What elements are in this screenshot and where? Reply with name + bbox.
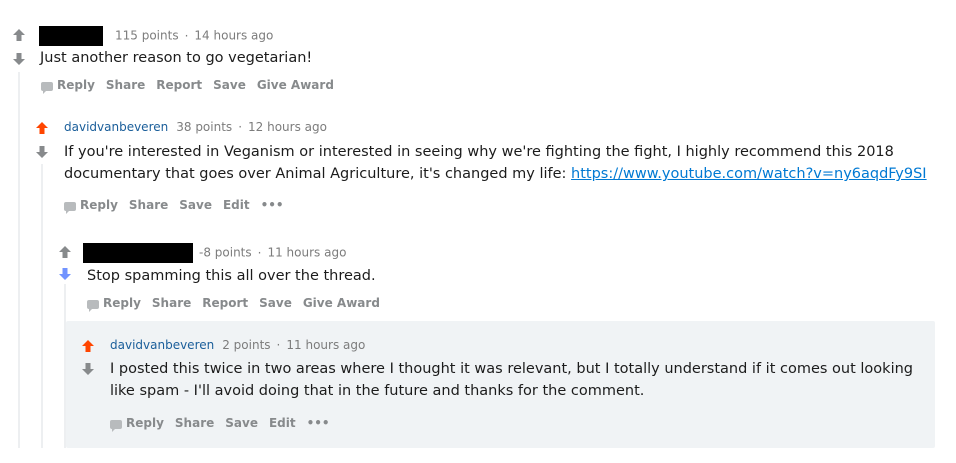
comment-author[interactable]: davidvanbeveren xyxy=(64,120,168,134)
save-button[interactable]: Save xyxy=(213,78,246,92)
separator-dot: · xyxy=(184,28,189,43)
redacted-username xyxy=(39,26,103,46)
thread-line[interactable] xyxy=(41,164,43,448)
chat-bubble-icon xyxy=(110,420,122,432)
upvote-arrow-icon[interactable] xyxy=(35,121,49,135)
comment-points: 115 points xyxy=(115,28,179,43)
reply-button[interactable]: Reply xyxy=(87,296,141,312)
chat-bubble-icon xyxy=(87,300,99,312)
comment-body-line: I posted this twice in two areas where I… xyxy=(110,361,913,377)
comment-time[interactable]: 11 hours ago xyxy=(286,338,365,352)
comment-body-line: like spam - I'll avoid doing that in the… xyxy=(110,383,645,399)
chat-bubble-icon xyxy=(41,82,53,94)
separator-dot: · xyxy=(276,338,281,352)
downvote-arrow-icon[interactable] xyxy=(35,145,49,159)
comment-body: Just another reason to go vegetarian! xyxy=(40,50,313,66)
comment-author[interactable]: davidvanbeveren xyxy=(110,338,214,352)
give-award-button[interactable]: Give Award xyxy=(303,296,380,310)
upvote-arrow-icon[interactable] xyxy=(81,339,95,353)
upvote-arrow-icon[interactable] xyxy=(12,28,26,42)
comment-time[interactable]: 12 hours ago xyxy=(248,120,327,134)
comment-points: 38 points xyxy=(176,120,233,134)
chat-bubble-icon xyxy=(64,202,76,214)
separator-dot: · xyxy=(238,120,243,134)
save-button[interactable]: Save xyxy=(259,296,292,310)
comment-body: If you're interested in Veganism or inte… xyxy=(64,141,927,185)
reply-button[interactable]: Reply xyxy=(64,198,118,214)
more-options-icon[interactable]: ••• xyxy=(307,416,330,430)
downvote-arrow-icon[interactable] xyxy=(81,362,95,376)
thread-line[interactable] xyxy=(18,72,20,448)
comment-body: Stop spamming this all over the thread. xyxy=(87,268,376,284)
edit-button[interactable]: Edit xyxy=(223,198,250,212)
edit-button[interactable]: Edit xyxy=(269,416,296,430)
reply-button[interactable]: Reply xyxy=(41,78,95,94)
save-button[interactable]: Save xyxy=(179,198,212,212)
share-button[interactable]: Share xyxy=(152,296,191,310)
comment-points: -8 points xyxy=(199,245,252,260)
give-award-button[interactable]: Give Award xyxy=(257,78,334,92)
share-button[interactable]: Share xyxy=(106,78,145,92)
more-options-icon[interactable]: ••• xyxy=(261,198,284,212)
downvote-arrow-icon[interactable] xyxy=(12,52,26,66)
comment-time[interactable]: 14 hours ago xyxy=(194,29,273,43)
redacted-username xyxy=(83,243,193,263)
save-button[interactable]: Save xyxy=(225,416,258,430)
separator-dot: · xyxy=(257,245,262,260)
comment-body: I posted this twice in two areas where I… xyxy=(110,358,913,402)
report-button[interactable]: Report xyxy=(202,296,248,310)
youtube-link[interactable]: https://www.youtube.com/watch?v=ny6aqdFy… xyxy=(571,166,927,182)
reply-button[interactable]: Reply xyxy=(110,416,164,432)
share-button[interactable]: Share xyxy=(129,198,168,212)
downvote-arrow-icon[interactable] xyxy=(58,267,72,281)
comment-time[interactable]: 11 hours ago xyxy=(267,246,346,260)
comment-body-line: documentary that goes over Animal Agricu… xyxy=(64,166,572,182)
share-button[interactable]: Share xyxy=(175,416,214,430)
comment-body-line: If you're interested in Veganism or inte… xyxy=(64,144,894,160)
comment-points: 2 points xyxy=(222,338,271,352)
upvote-arrow-icon[interactable] xyxy=(58,245,72,259)
report-button[interactable]: Report xyxy=(156,78,202,92)
